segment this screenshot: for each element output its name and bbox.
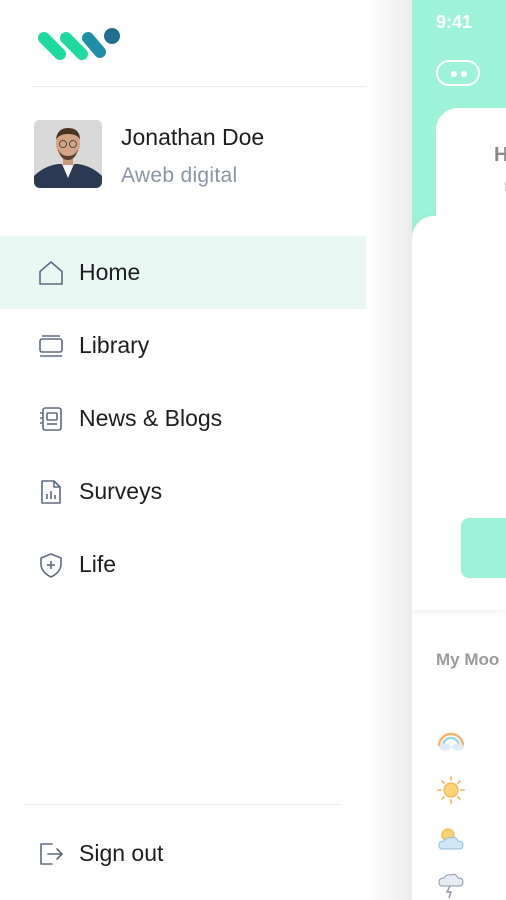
library-icon bbox=[39, 334, 63, 357]
sign-out-label: Sign out bbox=[79, 840, 164, 866]
preview-action-button[interactable] bbox=[461, 518, 506, 578]
nav-item-library[interactable]: Library bbox=[0, 309, 366, 382]
nav-label-news-blogs: News & Blogs bbox=[79, 405, 223, 431]
avatar[interactable] bbox=[34, 120, 102, 188]
user-profile[interactable]: Jonathan Doe Aweb digital bbox=[34, 120, 334, 188]
nav-item-life[interactable]: Life bbox=[0, 528, 366, 601]
profile-name: Jonathan Doe bbox=[121, 124, 265, 150]
header-divider bbox=[32, 86, 366, 87]
nav-label-library: Library bbox=[79, 332, 150, 358]
home-icon bbox=[39, 260, 63, 285]
navigation-drawer: Jonathan Doe Aweb digital Home Library N… bbox=[0, 0, 366, 900]
drawer-shadow bbox=[366, 0, 412, 900]
sign-out-button[interactable]: Sign out bbox=[0, 817, 366, 890]
mood-section-label: My Moo bbox=[436, 650, 500, 669]
nav-item-home[interactable]: Home bbox=[0, 236, 366, 309]
nav-item-news-blogs[interactable]: News & Blogs bbox=[0, 382, 366, 455]
nav-menu: Home Library News & Blogs Surveys Life bbox=[0, 236, 366, 601]
rainbow-icon bbox=[437, 732, 465, 751]
nav-label-home: Home bbox=[79, 259, 141, 285]
profile-company: Aweb digital bbox=[121, 164, 238, 187]
sign-out-icon bbox=[40, 842, 63, 865]
status-time: 9:41 bbox=[436, 12, 473, 32]
shield-icon bbox=[40, 552, 62, 578]
storm-icon bbox=[438, 873, 464, 899]
phone-screen: 9:41 H f My Moo bbox=[412, 0, 506, 900]
main-screen-preview[interactable]: 9:41 H f My Moo bbox=[366, 0, 506, 900]
sun-icon bbox=[437, 776, 465, 804]
nav-label-surveys: Surveys bbox=[79, 478, 163, 504]
menu-toggle-icon[interactable] bbox=[436, 60, 480, 86]
nav-item-surveys[interactable]: Surveys bbox=[0, 455, 366, 528]
survey-icon bbox=[41, 479, 61, 504]
nav-label-life: Life bbox=[79, 551, 117, 577]
brand-logo bbox=[38, 28, 120, 60]
partly-cloudy-icon bbox=[438, 828, 464, 850]
preview-top-card bbox=[436, 108, 506, 228]
news-icon bbox=[40, 406, 62, 431]
preview-card-title: H bbox=[494, 144, 506, 166]
footer-divider bbox=[24, 804, 342, 805]
